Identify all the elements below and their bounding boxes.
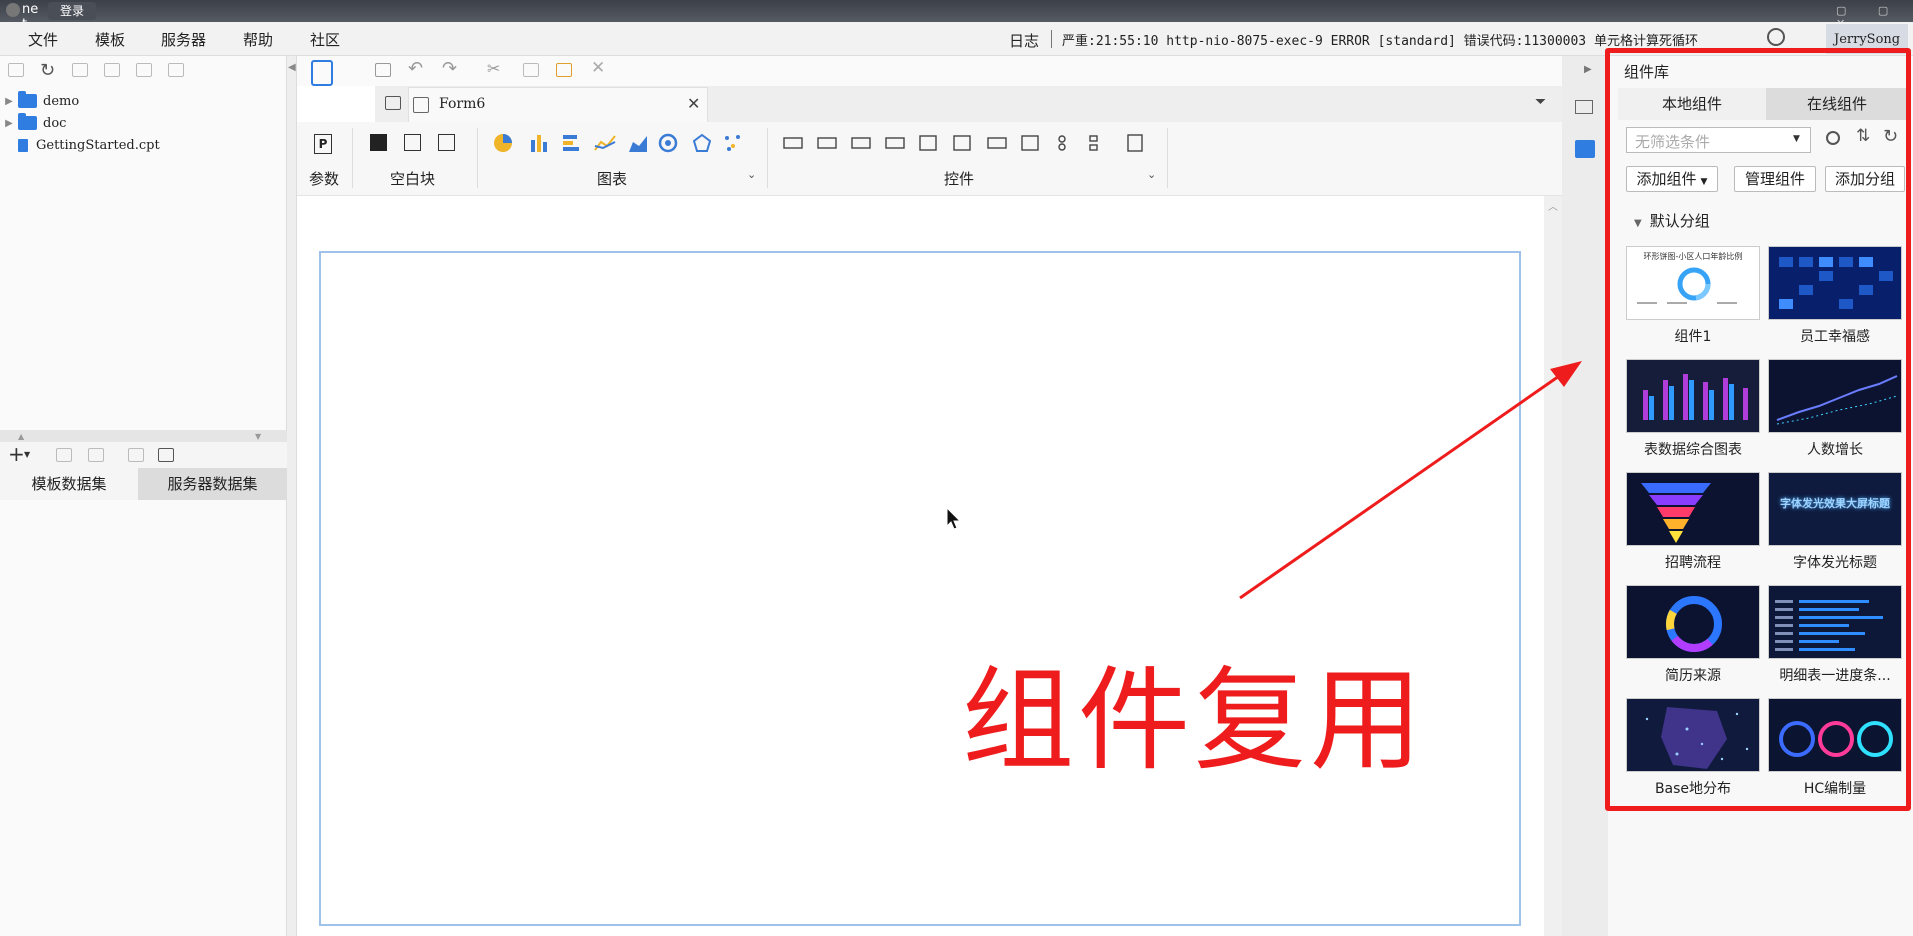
- redo-icon[interactable]: ↷: [442, 58, 457, 79]
- panel-splitter[interactable]: ▲ ▼: [0, 430, 287, 442]
- copy-icon[interactable]: [523, 63, 539, 77]
- tab-title: Form6: [439, 96, 486, 112]
- add-dataset-icon[interactable]: +: [8, 442, 25, 466]
- editor-toolbar: ↶ ↷ ✂ ✕: [297, 56, 1562, 86]
- window-title: ne t 10.0 stable 2021-04-26 @默认[本地目录] me…: [22, 2, 109, 251]
- scroll-up-icon[interactable]: ︿: [1548, 198, 1558, 213]
- collapse-down-icon[interactable]: ▼: [255, 432, 261, 441]
- delete-icon[interactable]: [88, 448, 104, 462]
- properties-panel-icon[interactable]: [1575, 100, 1593, 114]
- expand-arrow-icon[interactable]: ▶: [0, 118, 18, 129]
- widget-expand-icon[interactable]: ⌄: [1147, 168, 1156, 181]
- report-file-icon: [18, 138, 28, 152]
- annotation-arrow: [1239, 361, 1582, 600]
- tree-item-label: GettingStarted.cpt: [36, 137, 160, 153]
- folder-icon: [18, 113, 37, 130]
- blank-block-icon-2[interactable]: [404, 134, 421, 151]
- menu-help[interactable]: 帮助: [243, 29, 273, 50]
- log-divider: [1051, 30, 1052, 48]
- collapse-left-icon[interactable]: ◀: [288, 62, 296, 73]
- folder-icon: [18, 91, 37, 108]
- settings-icon[interactable]: [104, 63, 120, 77]
- tree-item-gettingstarted[interactable]: GettingStarted.cpt: [0, 134, 160, 156]
- annotation-text: 组件复用: [962, 656, 1426, 786]
- server-dataset-icon[interactable]: [158, 448, 174, 462]
- open-template-icon[interactable]: [72, 63, 88, 77]
- parameter-icon[interactable]: P: [314, 134, 332, 154]
- paste-icon[interactable]: [556, 63, 572, 77]
- log-label[interactable]: 日志: [1009, 30, 1039, 51]
- copy-icon[interactable]: [168, 63, 184, 77]
- blank-block-icon-3[interactable]: [438, 134, 455, 151]
- ribbon-group-blank: 空白块: [390, 170, 436, 188]
- collapse-up-icon[interactable]: ▲: [18, 432, 24, 441]
- edit-icon[interactable]: [56, 448, 72, 462]
- log-message: 严重:21:55:10 http-nio-8075-exec-9 ERROR […: [1062, 34, 1698, 49]
- search-icon[interactable]: [1767, 28, 1785, 46]
- collapse-right-icon[interactable]: ▶: [1584, 64, 1592, 75]
- mouse-cursor-icon: [946, 507, 962, 531]
- cut-icon[interactable]: ✂: [487, 59, 500, 78]
- chart-expand-icon[interactable]: ⌄: [747, 168, 756, 181]
- tab-menu-icon[interactable]: ⏷: [1535, 94, 1546, 110]
- ribbon-group-chart: 图表: [597, 170, 628, 188]
- tab-template-dataset[interactable]: 模板数据集: [0, 468, 138, 500]
- delete-icon[interactable]: [136, 63, 152, 77]
- login-badge[interactable]: 登录: [48, 2, 96, 20]
- menu-community[interactable]: 社区: [310, 29, 340, 50]
- new-folder-icon[interactable]: [8, 63, 24, 77]
- form-designer-icon[interactable]: [311, 60, 333, 86]
- new-form-icon[interactable]: [385, 96, 401, 110]
- insert-ribbon: P 参数 空白块 图表 ⌄ 控件 ⌄: [297, 122, 1562, 196]
- dropdown-icon[interactable]: ▼: [24, 450, 30, 459]
- delete-icon[interactable]: ✕: [591, 58, 605, 78]
- close-tab-icon[interactable]: ✕: [687, 94, 700, 113]
- ribbon-group-widget: 控件: [944, 170, 975, 188]
- blank-block-icon-1[interactable]: [370, 134, 387, 151]
- tree-item-doc[interactable]: ▶ doc: [0, 112, 66, 134]
- menu-template[interactable]: 模板: [95, 29, 125, 50]
- preview-icon[interactable]: [128, 448, 144, 462]
- editor-tab[interactable]: Form6 ✕: [408, 87, 708, 122]
- tree-item-label: demo: [43, 93, 80, 109]
- highlight-box: [1605, 48, 1911, 811]
- dataset-toolbar: + ▼: [0, 442, 287, 468]
- widget-icons: [782, 132, 1162, 154]
- menu-file[interactable]: 文件: [28, 29, 58, 50]
- ribbon-group-parameter: 参数: [309, 170, 340, 188]
- form-icon: [413, 97, 429, 113]
- title-bar: ne t 10.0 stable 2021-04-26 @默认[本地目录] me…: [0, 0, 1913, 251]
- app-logo-icon: [6, 3, 20, 17]
- tab-server-dataset[interactable]: 服务器数据集: [138, 468, 287, 500]
- menu-server[interactable]: 服务器: [161, 29, 206, 50]
- tree-item-demo[interactable]: ▶ demo: [0, 90, 79, 112]
- tree-item-label: doc: [43, 115, 67, 131]
- undo-icon[interactable]: ↶: [408, 58, 423, 79]
- component-library-icon[interactable]: [1575, 140, 1595, 158]
- vertical-divider[interactable]: ◀: [287, 56, 297, 936]
- expand-arrow-icon[interactable]: ▶: [0, 96, 18, 107]
- refresh-icon[interactable]: ↻: [40, 60, 55, 81]
- save-icon[interactable]: [375, 63, 391, 77]
